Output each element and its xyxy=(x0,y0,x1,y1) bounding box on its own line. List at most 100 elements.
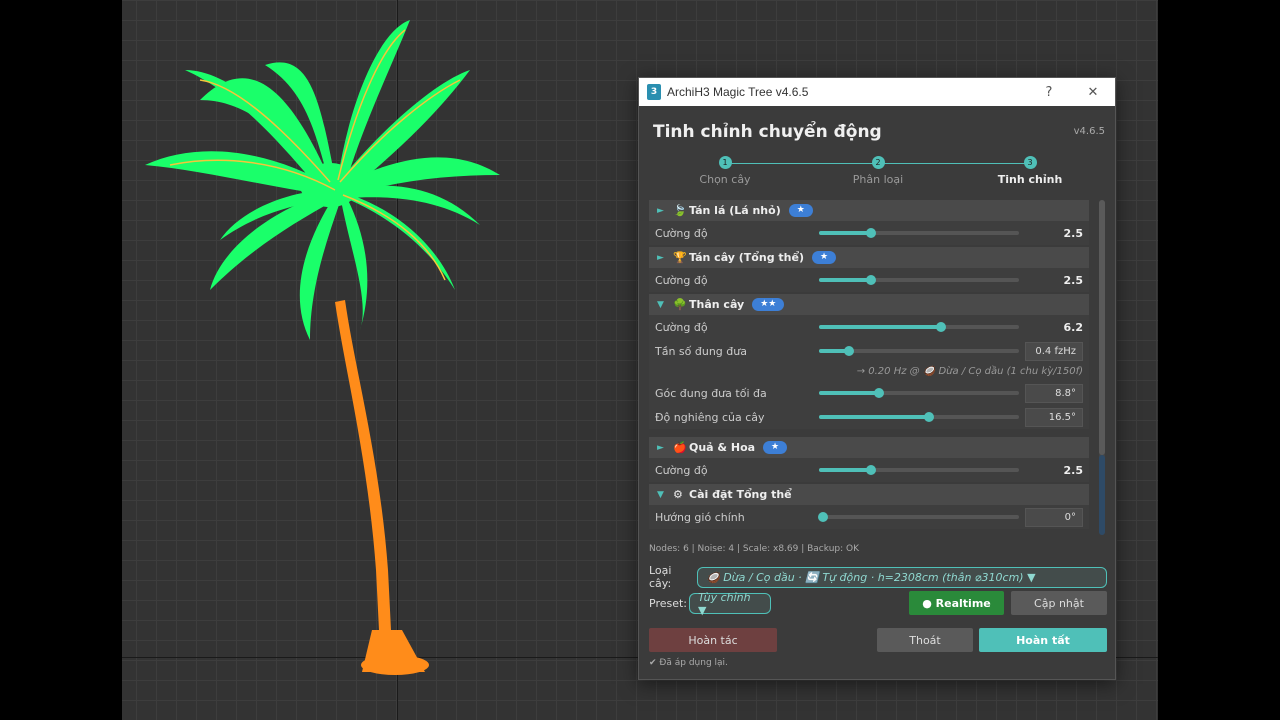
slider-fill xyxy=(819,231,871,235)
expand-right-icon: ► xyxy=(657,205,664,216)
wind-value-field[interactable]: 0° xyxy=(1025,507,1083,527)
row-value: 6.2 xyxy=(1063,320,1084,334)
frequency-note: → 0.20 Hz @ 🥥 Dừa / Cọ dầu (1 chu kỳ/150… xyxy=(649,363,1089,381)
wind-direction-row: Hướng gió chính 0° xyxy=(649,505,1089,529)
row-label: Cường độ xyxy=(655,320,708,334)
vertical-scrollbar[interactable] xyxy=(1099,200,1105,535)
fruit-icon: 🍎 xyxy=(673,441,687,454)
expand-right-icon: ► xyxy=(657,442,664,453)
trunk-tilt-slider[interactable] xyxy=(819,412,1019,422)
update-button[interactable]: Cập nhật xyxy=(1011,591,1107,615)
row-label: Góc đung đưa tối đa xyxy=(655,386,767,400)
section-title: Thân cây xyxy=(689,298,745,311)
section-global-header[interactable]: ▼ ⚙ Cài đặt Tổng thể xyxy=(649,484,1089,505)
slider-fill xyxy=(819,278,871,282)
section-trunk-header[interactable]: ▼ 🌳 Thân cây ★★ xyxy=(649,294,1089,315)
slider-fill xyxy=(819,468,871,472)
tree-type-label: Loại cây: xyxy=(649,564,672,590)
undo-button[interactable]: Hoàn tác xyxy=(649,628,777,652)
preset-row: Preset: Tùy chỉnh ▼ xyxy=(649,591,771,617)
step-label: Chọn cây xyxy=(699,173,751,186)
step-label: Phân loại xyxy=(852,173,904,186)
palm-trunk xyxy=(335,300,392,650)
slider-handle[interactable] xyxy=(866,228,876,238)
tree-icon: 🌳 xyxy=(673,298,687,311)
slider-handle[interactable] xyxy=(936,322,946,332)
slider-handle[interactable] xyxy=(924,412,934,422)
exit-button[interactable]: Thoát xyxy=(877,628,973,652)
close-button[interactable]: ✕ xyxy=(1071,85,1115,100)
frequency-value-field[interactable]: 0.4 fzHz xyxy=(1025,341,1083,361)
version-label: v4.6.5 xyxy=(1073,126,1105,137)
star-badge: ★ xyxy=(788,204,813,217)
star-badge: ★★ xyxy=(752,298,785,311)
fruit-strength-slider[interactable] xyxy=(819,465,1019,475)
scrollbar-track-upper[interactable] xyxy=(1099,200,1105,455)
expand-right-icon: ► xyxy=(657,252,664,263)
help-button[interactable]: ? xyxy=(1027,85,1071,100)
step-fine-tune[interactable]: 3 Tinh chỉnh xyxy=(980,156,1080,186)
leaf-icon: 🍃 xyxy=(673,204,687,217)
row-label: Tần số đung đưa xyxy=(655,344,747,358)
gear-icon: ⚙ xyxy=(673,488,683,501)
canopy-strength-row: Cường độ 2.5 xyxy=(649,268,1089,292)
window-titlebar: 3 ArchiH3 Magic Tree v4.6.5 ? ✕ xyxy=(639,78,1115,106)
section-leaves-header[interactable]: ► 🍃 Tán lá (Lá nhỏ) ★ xyxy=(649,200,1089,221)
step-dot: 2 xyxy=(871,156,885,169)
slider-handle[interactable] xyxy=(874,388,884,398)
trunk-strength-slider[interactable] xyxy=(819,322,1019,332)
app-icon: 3 xyxy=(647,84,661,100)
slider-handle[interactable] xyxy=(866,275,876,285)
section-canopy-header[interactable]: ► 🏆 Tán cây (Tổng thể) ★ xyxy=(649,247,1089,268)
trunk-frequency-slider[interactable] xyxy=(819,346,1019,356)
fruit-strength-row: Cường độ 2.5 xyxy=(649,458,1089,482)
scrollbar-thumb[interactable] xyxy=(1099,455,1105,535)
star-badge: ★ xyxy=(763,441,788,454)
stats-line: Nodes: 6 | Noise: 4 | Scale: x8.69 | Bac… xyxy=(649,544,859,554)
tree-type-row: Loại cây: 🥥 Dừa / Cọ dầu · 🔄 Tự động · h… xyxy=(649,564,1107,590)
row-label: Cường độ xyxy=(655,226,708,240)
finish-button[interactable]: Hoàn tất xyxy=(979,628,1107,652)
trunk-angle-slider[interactable] xyxy=(819,388,1019,398)
trunk-frequency-row: Tần số đung đưa 0.4 fzHz xyxy=(649,339,1089,363)
expand-down-icon: ▼ xyxy=(657,489,664,500)
page-title: Tinh chỉnh chuyển động xyxy=(653,122,882,142)
slider-handle[interactable] xyxy=(866,465,876,475)
angle-value-field[interactable]: 8.8° xyxy=(1025,383,1083,403)
star-badge: ★ xyxy=(811,251,837,264)
settings-scroll-area[interactable]: ► 🍃 Tán lá (Lá nhỏ) ★ Cường độ 2.5 ► 🏆 T… xyxy=(649,198,1089,538)
magic-tree-dialog: 3 ArchiH3 Magic Tree v4.6.5 ? ✕ Tinh chỉ… xyxy=(638,77,1116,680)
row-label: Hướng gió chính xyxy=(655,510,745,524)
trunk-strength-row: Cường độ 6.2 xyxy=(649,315,1089,339)
step-classify[interactable]: 2 Phân loại xyxy=(828,156,928,186)
trunk-tilt-row: Độ nghiêng của cây 16.5° xyxy=(649,405,1089,429)
slider-fill xyxy=(819,325,941,329)
section-title: Quả & Hoa xyxy=(689,441,756,454)
section-title: Tán lá (Lá nhỏ) xyxy=(689,204,781,217)
canopy-icon: 🏆 xyxy=(673,251,687,264)
row-value: 2.5 xyxy=(1063,226,1084,240)
status-message: ✔ Đã áp dụng lại. xyxy=(649,658,728,668)
row-label: Độ nghiêng của cây xyxy=(655,410,765,424)
leaves-strength-row: Cường độ 2.5 xyxy=(649,221,1089,245)
slider-fill xyxy=(819,391,879,395)
palm-tree-model[interactable] xyxy=(140,10,520,680)
step-choose-tree[interactable]: 1 Chọn cây xyxy=(675,156,775,186)
preset-dropdown[interactable]: Tùy chỉnh ▼ xyxy=(689,591,771,617)
section-title: Tán cây (Tổng thể) xyxy=(689,251,804,264)
step-dot: 1 xyxy=(718,156,732,169)
wizard-steps: 1 Chọn cây 2 Phân loại 3 Tinh chỉnh xyxy=(639,156,1115,190)
section-fruit-header[interactable]: ► 🍎 Quả & Hoa ★ xyxy=(649,437,1089,458)
leaves-strength-slider[interactable] xyxy=(819,228,1019,238)
tree-type-dropdown[interactable]: 🥥 Dừa / Cọ dầu · 🔄 Tự động · h=2308cm (t… xyxy=(697,566,1107,588)
row-value: 2.5 xyxy=(1063,463,1084,477)
step-label: Tinh chỉnh xyxy=(997,173,1063,186)
tilt-value-field[interactable]: 16.5° xyxy=(1025,407,1083,427)
slider-handle[interactable] xyxy=(844,346,854,356)
slider-handle[interactable] xyxy=(818,512,828,522)
expand-down-icon: ▼ xyxy=(657,299,664,310)
row-value: 2.5 xyxy=(1063,273,1084,287)
wind-direction-slider[interactable] xyxy=(818,512,1019,522)
canopy-strength-slider[interactable] xyxy=(819,275,1019,285)
realtime-button[interactable]: ● Realtime xyxy=(909,591,1004,615)
